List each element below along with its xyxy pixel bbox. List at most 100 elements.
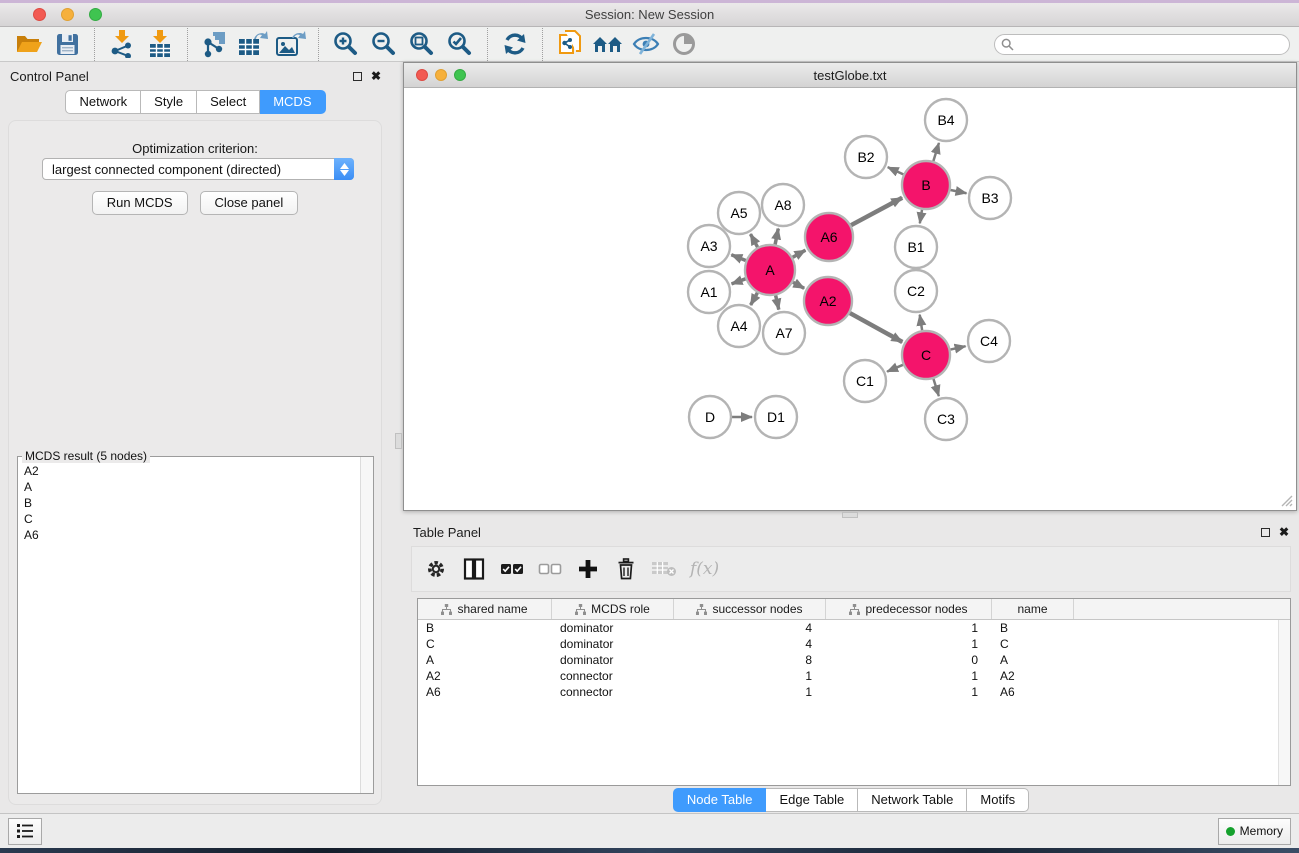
home-icon[interactable] [592,28,624,60]
column-header[interactable]: predecessor nodes [826,599,992,619]
tab-network-table[interactable]: Network Table [858,788,967,812]
tab-mcds[interactable]: MCDS [260,90,325,114]
network-node[interactable]: A [745,245,795,295]
network-node[interactable]: A8 [762,184,804,226]
close-panel-button[interactable]: Close panel [200,191,299,215]
network-node[interactable]: A3 [688,225,730,267]
table-options-icon[interactable] [422,555,450,583]
result-item[interactable]: B [24,495,360,511]
network-node[interactable]: A2 [804,277,852,325]
network-edge[interactable] [732,279,746,284]
tab-style[interactable]: Style [141,90,197,114]
run-mcds-button[interactable]: Run MCDS [92,191,188,215]
resize-grip-icon[interactable] [1280,494,1293,507]
delete-table-icon[interactable] [650,555,678,583]
network-node[interactable]: C2 [895,270,937,312]
zoom-in-icon[interactable] [330,28,362,60]
network-edge[interactable] [950,190,966,193]
result-item[interactable]: A2 [24,463,360,479]
zoom-selected-icon[interactable] [444,28,476,60]
network-edge[interactable] [950,346,965,349]
network-window-titlebar[interactable]: testGlobe.txt [404,63,1296,88]
tab-network[interactable]: Network [65,90,141,114]
delete-column-icon[interactable] [612,555,640,583]
result-item[interactable]: A [24,479,360,495]
column-header[interactable]: MCDS role [552,599,674,619]
export-network-icon[interactable] [199,28,231,60]
network-canvas[interactable]: B4 B2 B B3 A8A5 A6 A3 B1 A A1 C2 A2 A4A7 C4 C C1 D D1 C3 [404,88,1296,510]
clone-network-icon[interactable] [554,28,586,60]
deselect-all-icon[interactable] [536,555,564,583]
export-table-icon[interactable] [237,28,269,60]
tab-motifs[interactable]: Motifs [967,788,1029,812]
tab-node-table[interactable]: Node Table [673,788,767,812]
network-node[interactable]: D1 [755,396,797,438]
close-panel-icon[interactable]: ✖ [371,70,381,82]
network-node[interactable]: A7 [763,312,805,354]
import-table-icon[interactable] [144,28,176,60]
column-header[interactable]: shared name [418,599,552,619]
network-node[interactable]: B2 [845,136,887,178]
table-row[interactable]: A2connector11A2 [418,668,1290,684]
network-node[interactable]: A1 [688,271,730,313]
network-node[interactable]: B4 [925,99,967,141]
network-edge[interactable] [887,365,903,372]
network-node[interactable]: A6 [805,213,853,261]
task-history-button[interactable] [8,818,42,845]
tab-edge-table[interactable]: Edge Table [766,788,858,812]
table-row[interactable]: Cdominator41C [418,636,1290,652]
save-session-icon[interactable] [51,28,83,60]
network-edge[interactable] [751,293,758,305]
result-item[interactable]: C [24,511,360,527]
network-edge[interactable] [731,255,745,261]
column-header[interactable]: name [992,599,1074,619]
tab-select[interactable]: Select [197,90,260,114]
result-scrollbar[interactable] [360,457,373,793]
result-item[interactable]: A6 [24,527,360,543]
float-panel-icon[interactable] [353,72,362,81]
network-edge[interactable] [933,379,938,396]
network-node[interactable]: B3 [969,177,1011,219]
memory-button[interactable]: Memory [1218,818,1291,845]
table-scrollbar[interactable] [1278,620,1290,785]
network-node[interactable]: C1 [844,360,886,402]
refresh-view-icon[interactable] [499,28,531,60]
export-image-icon[interactable] [275,28,307,60]
network-node[interactable]: A4 [718,305,760,347]
birds-eye-view-icon[interactable] [668,28,700,60]
network-edge[interactable] [793,250,806,257]
table-row[interactable]: Bdominator41B [418,620,1290,636]
vertical-splitter-handle[interactable] [395,433,402,449]
network-edge[interactable] [933,143,939,161]
network-node[interactable]: B [902,161,950,209]
network-edge[interactable] [776,295,779,309]
criterion-dropdown[interactable]: largest connected component (directed) [42,158,354,180]
add-column-icon[interactable] [574,555,602,583]
search-input[interactable] [994,34,1290,55]
network-node[interactable]: B1 [895,226,937,268]
network-edge[interactable] [920,315,922,331]
zoom-fit-icon[interactable] [406,28,438,60]
column-header[interactable]: successor nodes [674,599,826,619]
hide-graphics-details-icon[interactable] [630,28,662,60]
network-node[interactable]: A5 [718,192,760,234]
open-session-icon[interactable] [13,28,45,60]
table-row[interactable]: Adominator80A [418,652,1290,668]
function-builder-icon[interactable]: f(x) [690,559,719,579]
network-edge[interactable] [851,198,902,225]
network-node[interactable]: C3 [925,398,967,440]
network-edge[interactable] [775,229,778,245]
network-edge[interactable] [888,167,904,174]
show-columns-icon[interactable] [460,555,488,583]
select-all-icon[interactable] [498,555,526,583]
network-edge[interactable] [920,210,922,224]
network-node[interactable]: C4 [968,320,1010,362]
network-edge[interactable] [793,282,804,288]
network-node[interactable]: C [902,331,950,379]
network-edge[interactable] [750,234,757,247]
close-table-panel-icon[interactable]: ✖ [1279,526,1289,538]
network-node[interactable]: D [689,396,731,438]
float-table-panel-icon[interactable] [1261,528,1270,537]
zoom-out-icon[interactable] [368,28,400,60]
network-edge[interactable] [850,313,902,342]
